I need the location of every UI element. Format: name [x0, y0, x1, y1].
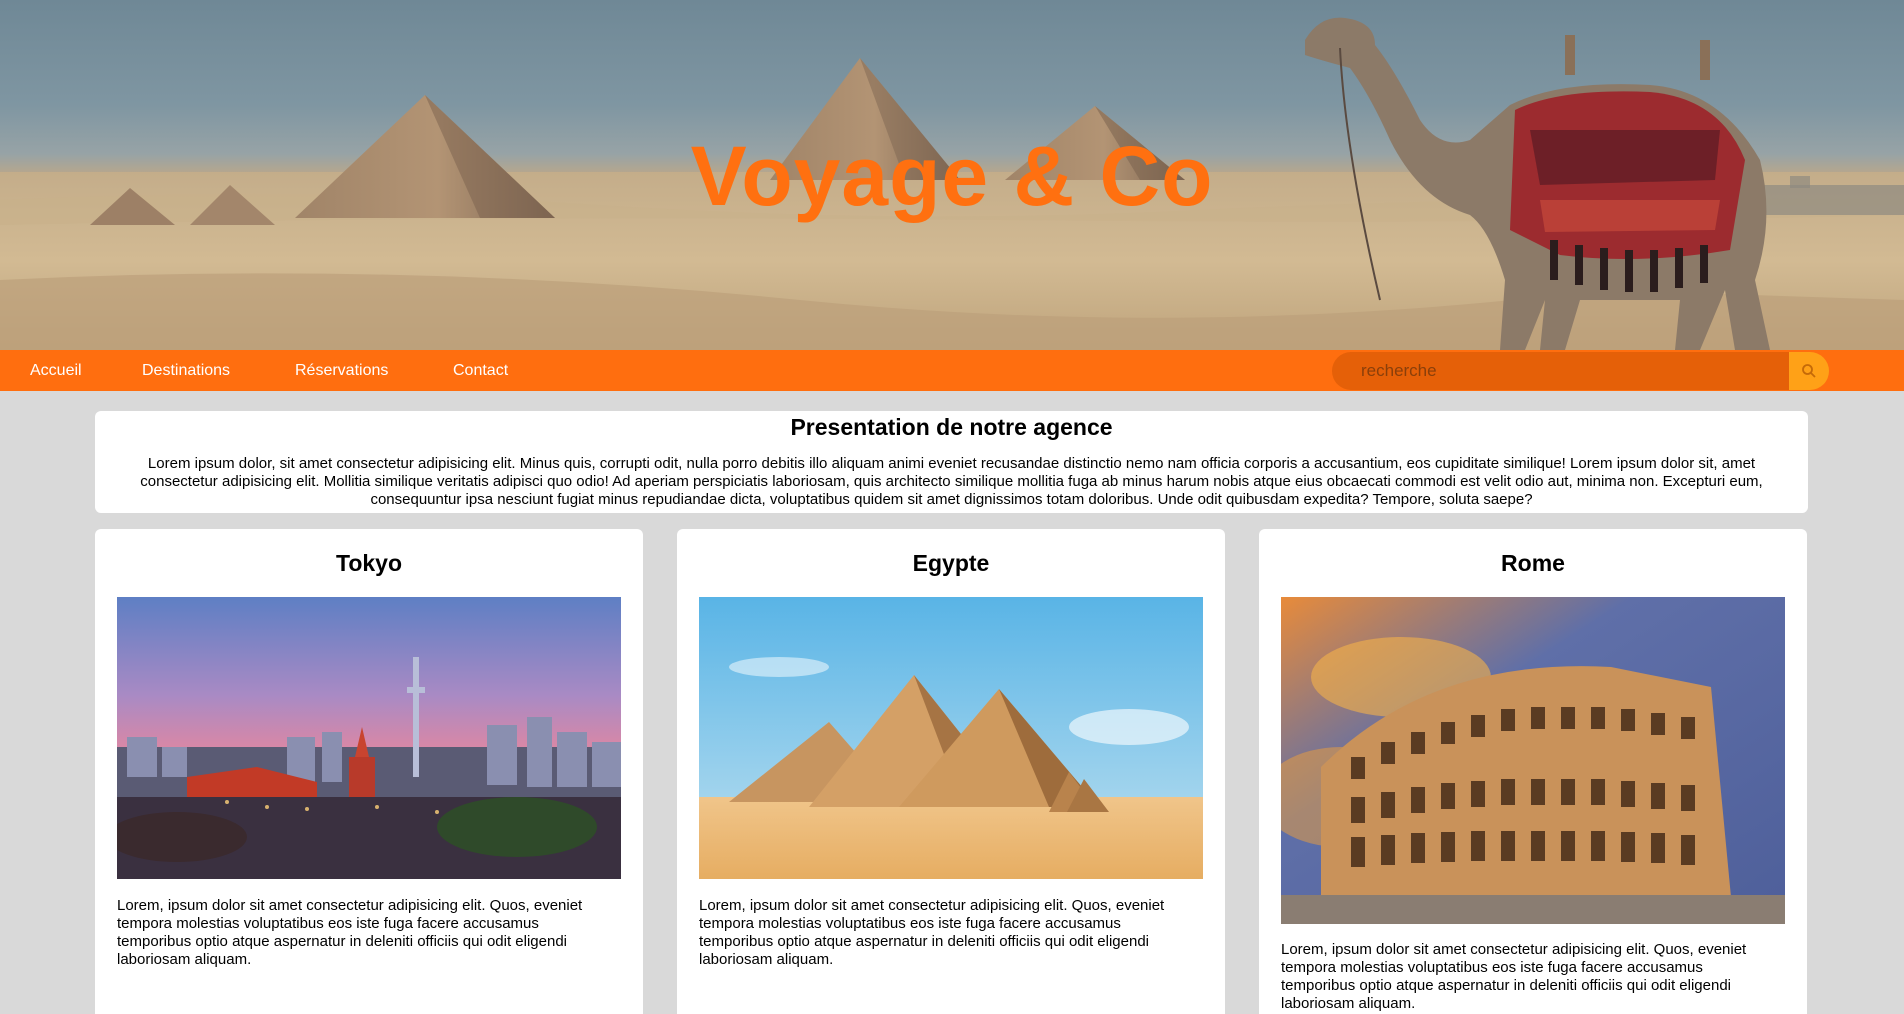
- tokyo-image: [117, 597, 621, 879]
- nav-link-accueil[interactable]: Accueil: [30, 350, 82, 391]
- presentation-section: Presentation de notre agence Lorem ipsum…: [95, 411, 1808, 513]
- nav-link-reservations[interactable]: Réservations: [295, 350, 388, 391]
- card-title: Egypte: [912, 550, 990, 576]
- presentation-title: Presentation de notre agence: [790, 414, 1113, 440]
- card-title: Tokyo: [335, 550, 403, 576]
- site-title: Voyage & Co: [690, 129, 1214, 223]
- egypte-image: [699, 597, 1203, 879]
- nav-link-contact[interactable]: Contact: [453, 350, 508, 391]
- card-title: Rome: [1501, 550, 1565, 576]
- destination-card-tokyo: Tokyo Lorem, ipsum dolor sit amet consec…: [95, 529, 643, 1014]
- nav-link-destinations[interactable]: Destinations: [142, 350, 230, 391]
- hero-banner: Voyage & Co: [0, 0, 1904, 350]
- card-text: Lorem, ipsum dolor sit amet consectetur …: [117, 897, 583, 968]
- card-text: Lorem, ipsum dolor sit amet consectetur …: [1281, 941, 1747, 1012]
- destination-card-egypte: Egypte Lorem, ipsum dolor sit amet conse…: [677, 529, 1225, 1014]
- search-input[interactable]: [1332, 352, 1790, 390]
- search-icon: [1802, 364, 1816, 378]
- destination-card-rome: Rome Lorem, ipsum dolor sit amet consect…: [1259, 529, 1807, 1014]
- search-button[interactable]: [1789, 352, 1829, 390]
- card-text: Lorem, ipsum dolor sit amet consectetur …: [699, 897, 1165, 968]
- rome-image: [1281, 597, 1785, 924]
- main-navbar: Accueil Destinations Réservations Contac…: [0, 350, 1904, 391]
- presentation-text: Lorem ipsum dolor, sit amet consectetur …: [140, 455, 1763, 508]
